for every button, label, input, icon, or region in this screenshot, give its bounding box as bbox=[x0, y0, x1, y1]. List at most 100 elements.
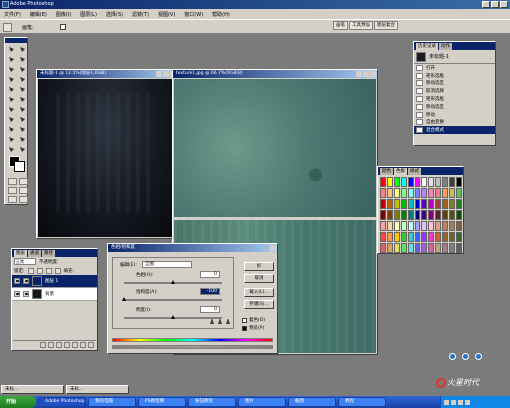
brush-link-icon[interactable] bbox=[23, 291, 29, 297]
history-brush-source-icon[interactable] bbox=[416, 111, 423, 118]
gradient-tool-icon[interactable] bbox=[18, 95, 28, 104]
lock-all-icon[interactable] bbox=[54, 267, 61, 274]
color-swatch[interactable] bbox=[428, 188, 435, 198]
palette-tab-tool-presets[interactable]: 工具预设 bbox=[349, 21, 373, 30]
color-swatch[interactable] bbox=[435, 188, 442, 198]
slice-tool-icon[interactable] bbox=[18, 65, 28, 74]
color-swatch[interactable] bbox=[449, 188, 456, 198]
color-swatch[interactable] bbox=[428, 199, 435, 209]
saturation-field[interactable]: -100 bbox=[200, 288, 220, 295]
color-swatch[interactable] bbox=[386, 199, 393, 209]
color-swatch[interactable] bbox=[400, 210, 407, 220]
zoom-out-icon[interactable] bbox=[462, 353, 469, 360]
brush-link-icon[interactable] bbox=[23, 278, 29, 284]
tool-preset-icon[interactable] bbox=[3, 23, 12, 32]
color-swatch[interactable] bbox=[435, 210, 442, 220]
taskbar-button[interactable]: 截图 bbox=[288, 397, 336, 407]
color-swatch[interactable] bbox=[449, 199, 456, 209]
color-swatch[interactable] bbox=[380, 188, 386, 198]
history-brush-tool-icon[interactable] bbox=[18, 85, 28, 94]
options-checkbox[interactable] bbox=[60, 24, 66, 30]
color-swatch[interactable] bbox=[456, 210, 462, 220]
magic-wand-tool-icon[interactable] bbox=[18, 55, 28, 64]
color-swatch[interactable] bbox=[386, 210, 393, 220]
tray-network-icon[interactable] bbox=[451, 399, 456, 405]
taskbar-button[interactable]: 我的电脑 bbox=[88, 397, 136, 407]
history-item[interactable]: 取消选择 bbox=[414, 87, 495, 95]
quick-mask-icon[interactable] bbox=[19, 178, 28, 185]
marquee-tool-icon[interactable] bbox=[7, 45, 17, 54]
color-swatch[interactable] bbox=[456, 188, 462, 198]
tab-layers[interactable]: 图层 bbox=[14, 250, 27, 257]
tab-paths[interactable]: 路径 bbox=[42, 250, 55, 257]
color-swatch[interactable] bbox=[407, 199, 414, 209]
color-swatch[interactable] bbox=[435, 177, 442, 187]
saturation-slider-track[interactable] bbox=[124, 299, 222, 301]
color-swatch[interactable] bbox=[380, 210, 386, 220]
color-swatch[interactable] bbox=[380, 243, 386, 253]
jump-to-imageready-icon[interactable] bbox=[19, 196, 28, 203]
zoom-tool-icon[interactable] bbox=[18, 145, 28, 154]
taskbar-button[interactable]: 按钮教程 bbox=[188, 397, 236, 407]
color-swatch[interactable] bbox=[456, 177, 462, 187]
preview-check-box[interactable] bbox=[242, 325, 247, 331]
zoom-in-icon[interactable] bbox=[475, 353, 482, 360]
color-swatch[interactable] bbox=[435, 232, 442, 242]
history-item[interactable]: 移动选区 bbox=[414, 80, 495, 88]
color-swatch[interactable] bbox=[393, 199, 400, 209]
history-brush-source-icon[interactable] bbox=[416, 127, 423, 134]
menu-layer[interactable]: 图层(L) bbox=[80, 11, 97, 18]
color-swatch[interactable] bbox=[393, 221, 400, 231]
color-swatch[interactable] bbox=[421, 232, 428, 242]
color-swatch[interactable] bbox=[456, 232, 462, 242]
color-swatch[interactable] bbox=[407, 210, 414, 220]
menu-view[interactable]: 视图(V) bbox=[158, 11, 175, 18]
color-swatch[interactable] bbox=[428, 221, 435, 231]
color-swatch[interactable] bbox=[400, 243, 407, 253]
shape-tool-icon[interactable] bbox=[18, 125, 28, 134]
crop-tool-icon[interactable] bbox=[7, 65, 17, 74]
maximize-button[interactable] bbox=[491, 1, 499, 8]
start-button[interactable]: 开始 bbox=[0, 396, 36, 408]
color-swatch[interactable] bbox=[393, 177, 400, 187]
color-swatch[interactable] bbox=[393, 188, 400, 198]
doc-maximize-button[interactable] bbox=[363, 71, 369, 77]
taskbar-button[interactable]: 教程 bbox=[338, 397, 386, 407]
new-fill-layer-icon[interactable] bbox=[64, 342, 70, 348]
color-swatch[interactable] bbox=[421, 243, 428, 253]
color-swatch[interactable] bbox=[442, 199, 449, 209]
color-swatch[interactable] bbox=[442, 221, 449, 231]
menu-file[interactable]: 文件(F) bbox=[4, 11, 21, 18]
menu-select[interactable]: 选择(S) bbox=[106, 11, 123, 18]
cancel-button[interactable]: 取消 bbox=[244, 274, 274, 283]
color-swatch[interactable] bbox=[380, 177, 386, 187]
color-swatch[interactable] bbox=[421, 199, 428, 209]
minimize-button[interactable] bbox=[482, 1, 490, 8]
trash-icon[interactable] bbox=[88, 342, 94, 348]
color-swatch[interactable] bbox=[421, 188, 428, 198]
color-swatch[interactable] bbox=[407, 188, 414, 198]
color-swatch[interactable] bbox=[380, 221, 386, 231]
color-swatch[interactable] bbox=[386, 243, 393, 253]
color-swatch[interactable] bbox=[380, 232, 386, 242]
save-button[interactable]: 存储(S)... bbox=[244, 300, 274, 309]
lock-transparency-icon[interactable] bbox=[27, 267, 34, 274]
saturation-slider-thumb[interactable] bbox=[122, 297, 126, 301]
color-swatch[interactable] bbox=[414, 243, 421, 253]
color-swatch[interactable] bbox=[442, 188, 449, 198]
color-swatch[interactable] bbox=[435, 243, 442, 253]
link-layers-icon[interactable] bbox=[40, 342, 46, 348]
color-swatch[interactable] bbox=[456, 243, 462, 253]
path-select-tool-icon[interactable] bbox=[7, 115, 17, 124]
doc-maximize-button[interactable] bbox=[163, 71, 169, 77]
color-swatch[interactable] bbox=[442, 177, 449, 187]
pen-tool-icon[interactable] bbox=[7, 125, 17, 134]
doc-minimize-button[interactable] bbox=[156, 71, 162, 77]
color-swatch[interactable] bbox=[456, 221, 462, 231]
standard-mode-icon[interactable] bbox=[8, 178, 17, 185]
new-layer-icon[interactable] bbox=[80, 342, 86, 348]
stamp-tool-icon[interactable] bbox=[7, 85, 17, 94]
menu-filter[interactable]: 滤镜(T) bbox=[132, 11, 149, 18]
doc-minimize-button[interactable] bbox=[356, 71, 362, 77]
history-item[interactable]: 矩形选框 bbox=[414, 95, 495, 103]
